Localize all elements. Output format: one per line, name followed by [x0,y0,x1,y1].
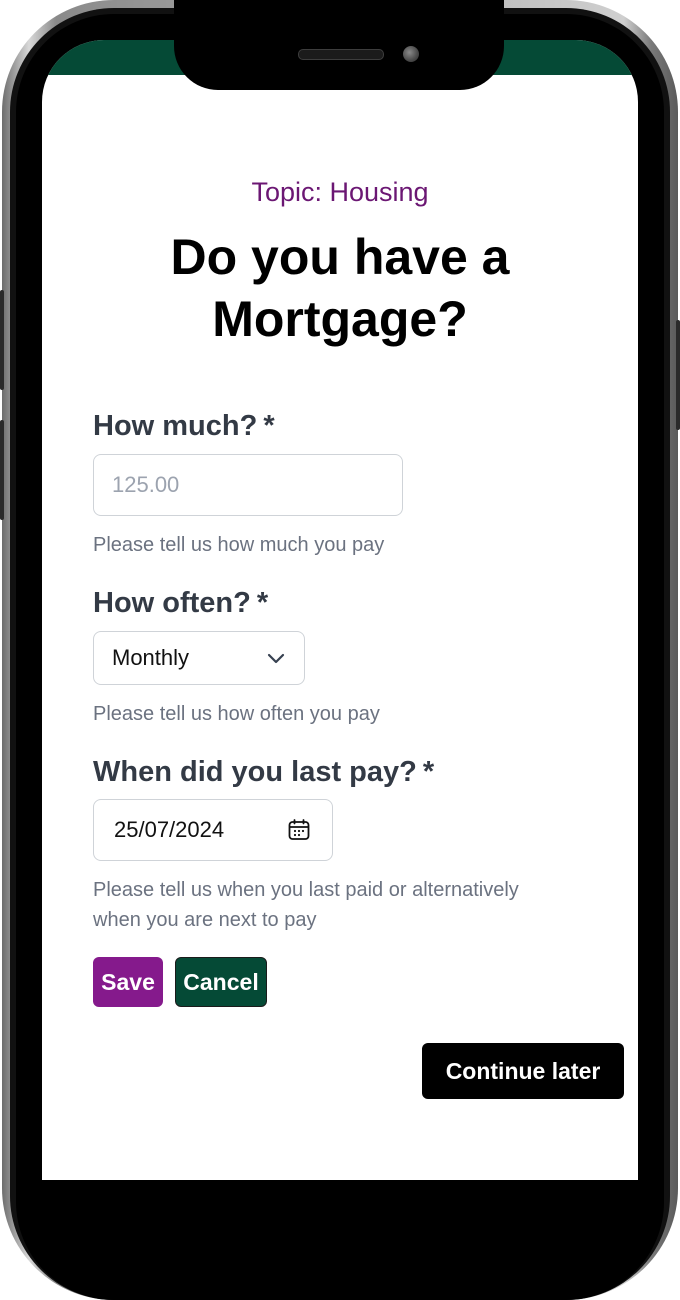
required-marker: * [256,587,269,619]
frequency-label-text: How often? [93,587,251,619]
frequency-label: How often? * [93,587,268,620]
calendar-icon[interactable] [288,819,310,841]
topic-label: Topic: Housing [251,177,429,207]
frequency-selected-value: Monthly [112,645,190,670]
amount-input[interactable]: 125.00 [93,454,403,516]
page-title-line: Mortgage? [212,291,468,347]
required-marker: * [263,410,275,442]
required-marker: * [422,756,435,788]
amount-label: How much? * [93,410,275,443]
amount-input-placeholder: 125.00 [112,472,180,497]
frequency-select[interactable]: Monthly [93,631,305,685]
last-paid-label-text: When did you last pay? [93,756,417,788]
amount-label-text: How much? [93,410,258,442]
last-paid-date-input[interactable]: 25/07/2024 [93,799,333,861]
last-paid-hint: Please tell us when you last paid or alt… [93,875,519,935]
last-paid-hint-line: Please tell us when you last paid or alt… [93,879,519,901]
last-paid-date-value: 25/07/2024 [114,817,225,842]
volume-button [0,420,4,520]
last-paid-label: When did you last pay? * [93,756,434,789]
frequency-hint: Please tell us how often you pay [93,703,380,725]
chevron-down-icon [267,653,285,664]
page-title-line: Do you have a [170,229,510,285]
phone-notch [174,0,504,90]
page-title: Do you have a Mortgage? [0,226,680,350]
last-paid-hint-line: when you are next to pay [93,909,317,931]
front-camera [403,46,419,62]
continue-later-button[interactable]: Continue later [422,1043,624,1099]
cancel-button[interactable]: Cancel [175,957,267,1007]
speaker-grille [298,49,384,60]
amount-hint: Please tell us how much you pay [93,534,385,556]
save-button[interactable]: Save [93,957,163,1007]
